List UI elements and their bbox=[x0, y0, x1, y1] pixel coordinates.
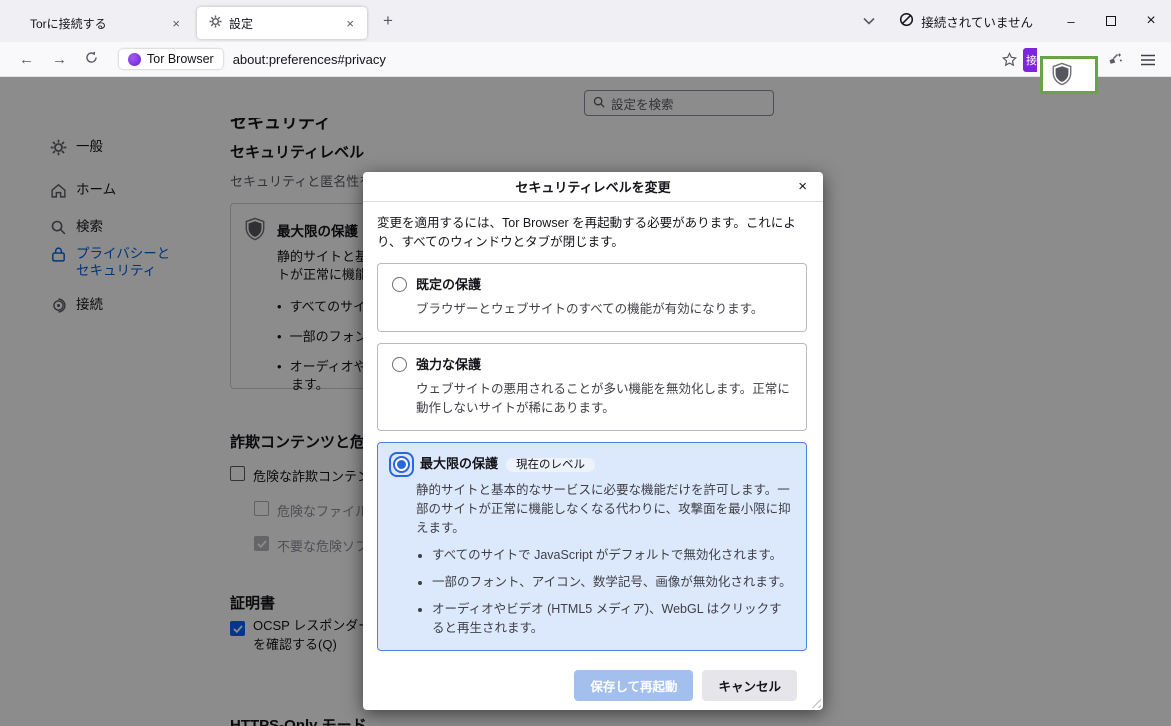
tab-label: 設定 bbox=[229, 15, 341, 32]
radio-unselected[interactable] bbox=[392, 357, 407, 372]
option-label: 既定の保護 bbox=[416, 275, 481, 294]
bullet-item: 一部のフォント、アイコン、数学記号、画像が無効化されます。 bbox=[432, 573, 792, 592]
option-label: 強力な保護 bbox=[416, 355, 481, 374]
settings-page: 設定を検索 一般 ホーム 検索 プライバシーとセキュリティ 接続 セキュリティ … bbox=[0, 77, 1171, 726]
radio-selected[interactable] bbox=[392, 455, 411, 474]
option-bullet-list: すべてのサイトで JavaScript がデフォルトで無効化されます。 一部のフ… bbox=[432, 546, 792, 638]
tab-bar: Torに接続する × 設定 × + 接続されていません – × bbox=[0, 0, 1171, 42]
tor-connect-button[interactable]: 接 bbox=[1023, 48, 1037, 72]
menu-hamburger-icon[interactable] bbox=[1135, 50, 1161, 70]
tab-close-icon[interactable]: × bbox=[341, 14, 359, 33]
current-level-badge: 現在のレベル bbox=[506, 458, 595, 472]
bullet-item: オーディオやビデオ (HTML5 メディア)、WebGL はクリックすると再生さ… bbox=[432, 600, 792, 638]
option-safest-protection[interactable]: 最大限の保護現在のレベル 静的サイトと基本的なサービスに必要な機能だけを許可しま… bbox=[377, 442, 807, 651]
dialog-header: セキュリティレベルを変更 × bbox=[363, 172, 823, 202]
tab-settings[interactable]: 設定 × bbox=[197, 7, 367, 39]
change-security-level-dialog: セキュリティレベルを変更 × 変更を適用するには、Tor Browser を再起… bbox=[363, 172, 823, 710]
dialog-title: セキュリティレベルを変更 bbox=[515, 177, 670, 196]
cancel-button[interactable]: キャンセル bbox=[702, 670, 797, 701]
forward-button[interactable]: → bbox=[43, 48, 76, 71]
shield-icon bbox=[1051, 62, 1073, 86]
dialog-close-icon[interactable]: × bbox=[792, 176, 813, 197]
tor-onion-icon bbox=[128, 53, 141, 66]
bullet-item: すべてのサイトで JavaScript がデフォルトで無効化されます。 bbox=[432, 546, 792, 565]
option-label: 最大限の保護現在のレベル bbox=[420, 454, 595, 475]
site-identity-button[interactable]: Tor Browser bbox=[119, 49, 223, 69]
navigation-toolbar: ← → Tor Browser about:preferences#privac… bbox=[0, 42, 1171, 77]
option-description: ブラウザーとウェブサイトのすべての機能が有効になります。 bbox=[416, 300, 792, 319]
dialog-intro-text: 変更を適用するには、Tor Browser を再起動する必要があります。これによ… bbox=[377, 214, 807, 252]
connection-status-label: 接続されていません bbox=[921, 12, 1033, 31]
save-and-restart-button[interactable]: 保存して再起動 bbox=[574, 670, 693, 701]
security-level-highlight-box[interactable] bbox=[1040, 56, 1098, 94]
new-tab-button[interactable]: + bbox=[373, 9, 403, 33]
not-connected-icon bbox=[899, 12, 914, 30]
option-safer-protection[interactable]: 強力な保護 ウェブサイトの悪用されることが多い機能を無効化します。正常に動作しな… bbox=[377, 343, 807, 431]
bookmark-star-icon[interactable] bbox=[996, 48, 1023, 71]
tab-label: Torに接続する bbox=[30, 15, 167, 32]
new-identity-broom-icon[interactable] bbox=[1101, 48, 1129, 72]
connection-status[interactable]: 接続されていません bbox=[899, 12, 1033, 31]
window-maximize-button[interactable] bbox=[1091, 0, 1131, 42]
tab-close-icon[interactable]: × bbox=[167, 14, 185, 33]
site-identity-label: Tor Browser bbox=[147, 52, 214, 66]
window-close-button[interactable]: × bbox=[1131, 0, 1171, 42]
radio-unselected[interactable] bbox=[392, 277, 407, 292]
reload-button[interactable] bbox=[76, 48, 107, 71]
option-description: ウェブサイトの悪用されることが多い機能を無効化します。正常に動作しないサイトが稀… bbox=[416, 380, 792, 418]
list-all-tabs-chevron-icon[interactable] bbox=[853, 8, 885, 34]
window-minimize-button[interactable]: – bbox=[1051, 0, 1091, 42]
dialog-resize-grip[interactable] bbox=[808, 695, 821, 708]
gear-icon bbox=[209, 15, 222, 31]
option-standard-protection[interactable]: 既定の保護 ブラウザーとウェブサイトのすべての機能が有効になります。 bbox=[377, 263, 807, 332]
tab-connect-to-tor[interactable]: Torに接続する × bbox=[18, 7, 193, 39]
back-button[interactable]: ← bbox=[10, 48, 43, 71]
option-description: 静的サイトと基本的なサービスに必要な機能だけを許可します。一部のサイトが正常に機… bbox=[416, 481, 792, 538]
url-bar[interactable]: about:preferences#privacy bbox=[233, 52, 386, 67]
